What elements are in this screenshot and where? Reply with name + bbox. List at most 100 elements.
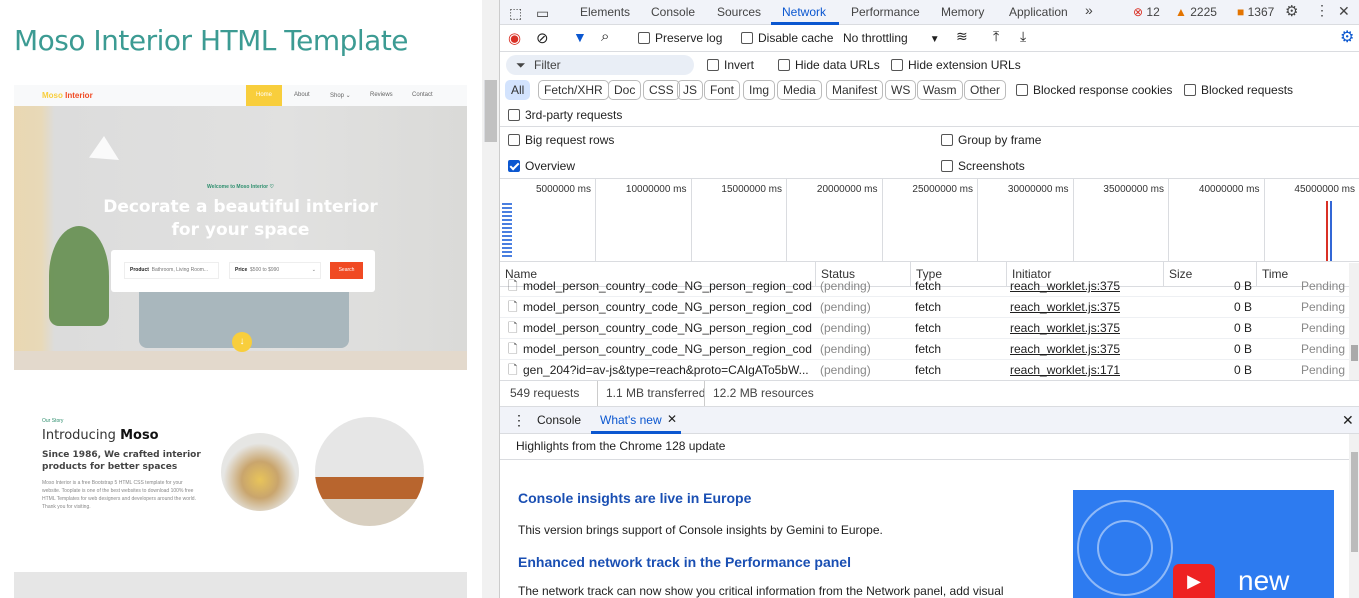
type-media[interactable]: Media xyxy=(777,80,822,100)
tab-sources[interactable]: Sources xyxy=(717,5,761,19)
drawer-scrollbar[interactable] xyxy=(1349,434,1359,598)
preserve-log-checkbox[interactable]: Preserve log xyxy=(638,31,722,45)
price-select[interactable]: Price $500 to $990 ⌄ xyxy=(229,262,321,279)
big-rows-checkbox[interactable]: Big request rows xyxy=(508,133,614,147)
type-css[interactable]: CSS xyxy=(643,80,680,100)
screenshots-checkbox[interactable]: Screenshots xyxy=(941,159,1025,173)
import-har-icon[interactable]: ⤒ xyxy=(993,28,999,45)
table-scrollbar[interactable] xyxy=(1349,263,1359,380)
headline-line-2: for your space xyxy=(171,220,310,240)
tab-elements[interactable]: Elements xyxy=(580,5,630,19)
drawer-menu-icon[interactable]: ⋮ xyxy=(512,412,526,429)
hide-data-urls-checkbox[interactable]: Hide data URLs xyxy=(778,58,880,72)
filter-placeholder: Filter xyxy=(534,58,561,72)
request-initiator[interactable]: reach_worklet.js:171 xyxy=(1010,360,1120,380)
network-overview-timeline[interactable]: 5000000 ms 10000000 ms 15000000 ms 20000000… xyxy=(500,179,1359,262)
issues-badge[interactable]: ■ 1367 xyxy=(1237,5,1274,19)
overview-tick: 15000000 ms xyxy=(692,179,787,262)
page-title: Moso Interior HTML Template xyxy=(14,24,409,57)
type-ws[interactable]: WS xyxy=(885,80,917,100)
tab-application[interactable]: Application xyxy=(1009,5,1068,19)
request-name: model_person_country_code_NG_person_regi… xyxy=(523,321,813,335)
template-logo[interactable]: Moso Interior xyxy=(42,91,93,100)
type-manifest[interactable]: Manifest xyxy=(826,80,884,100)
scrollbar-thumb[interactable] xyxy=(1351,345,1358,361)
tab-performance[interactable]: Performance xyxy=(851,5,920,19)
warnings-badge[interactable]: ▲ 2225 xyxy=(1175,5,1217,19)
tick-label: 45000000 ms xyxy=(1294,184,1355,195)
export-har-icon[interactable]: ⤓ xyxy=(1020,28,1026,45)
filter-input[interactable]: ⏷ Filter xyxy=(506,55,694,75)
search-icon[interactable]: ⌕ xyxy=(601,28,609,45)
product-placeholder: Bathroom, Living Room... xyxy=(151,267,209,273)
type-font[interactable]: Font xyxy=(704,80,741,100)
request-row[interactable]: 🗋 model_person_country_code_NG_person_reg… xyxy=(500,276,1349,297)
close-tab-icon[interactable]: ✕ xyxy=(667,412,677,426)
request-initiator[interactable]: reach_worklet.js:375 xyxy=(1010,297,1120,318)
scrollbar-thumb[interactable] xyxy=(1351,452,1358,552)
tick-label: 5000000 ms xyxy=(535,184,591,195)
type-other[interactable]: Other xyxy=(964,80,1007,100)
play-icon[interactable]: ▶ xyxy=(1173,564,1215,598)
request-row[interactable]: 🗋 model_person_country_code_NG_person_reg… xyxy=(500,297,1349,318)
drawer-tab-console[interactable]: Console xyxy=(537,413,581,427)
type-all[interactable]: All xyxy=(505,80,531,100)
network-settings-icon[interactable]: ⚙ xyxy=(1340,27,1354,47)
network-conditions-icon[interactable]: ≋ xyxy=(956,28,968,45)
blocked-requests-checkbox[interactable]: Blocked requests xyxy=(1184,83,1293,97)
group-by-frame-checkbox[interactable]: Group by frame xyxy=(941,133,1041,147)
inspect-element-icon[interactable]: ⬚ xyxy=(509,5,522,22)
feature-heading-2[interactable]: Enhanced network track in the Performanc… xyxy=(518,554,851,570)
clear-icon[interactable]: ⊘ xyxy=(536,29,549,47)
throttling-select[interactable]: No throttling ▼ xyxy=(843,31,940,45)
nav-shop[interactable]: Shop ⌄ xyxy=(330,92,351,99)
gear-icon[interactable]: ⚙ xyxy=(1285,2,1298,20)
nav-contact[interactable]: Contact xyxy=(412,92,433,98)
filter-icon[interactable]: ▼ xyxy=(573,29,587,45)
request-status: (pending) xyxy=(820,342,871,356)
tab-network[interactable]: Network xyxy=(782,5,826,19)
search-button[interactable]: Search xyxy=(330,262,363,279)
request-row[interactable]: 🗋 gen_204?id=av-js&type=reach&proto=CAIgA… xyxy=(500,360,1349,380)
video-label: new xyxy=(1238,565,1290,596)
whats-new-video-thumbnail[interactable]: ▶ new xyxy=(1073,490,1334,598)
hide-extension-urls-checkbox[interactable]: Hide extension URLs xyxy=(891,58,1021,72)
type-img[interactable]: Img xyxy=(743,80,776,100)
invert-checkbox[interactable]: Invert xyxy=(707,58,754,72)
third-party-checkbox[interactable]: 3rd-party requests xyxy=(508,108,622,122)
device-toolbar-icon[interactable]: ▭ xyxy=(536,5,549,22)
request-row[interactable]: 🗋 model_person_country_code_NG_person_reg… xyxy=(500,318,1349,339)
scroll-down-arrow-icon[interactable]: ↓ xyxy=(232,332,252,352)
type-fetch-xhr[interactable]: Fetch/XHR xyxy=(538,80,609,100)
request-row[interactable]: 🗋 model_person_country_code_NG_person_reg… xyxy=(500,339,1349,360)
blocked-cookies-checkbox[interactable]: Blocked response cookies xyxy=(1016,83,1172,97)
request-initiator[interactable]: reach_worklet.js:375 xyxy=(1010,276,1120,297)
product-field[interactable]: Product Bathroom, Living Room... xyxy=(124,262,219,279)
more-tabs-icon[interactable]: » xyxy=(1085,2,1093,18)
drawer-tab-whats-new[interactable]: What's new xyxy=(600,413,662,427)
request-time: Pending xyxy=(1300,300,1345,314)
close-drawer-icon[interactable]: ✕ xyxy=(1342,412,1354,429)
feature-heading-1[interactable]: Console insights are live in Europe xyxy=(518,490,751,506)
scrollbar-thumb[interactable] xyxy=(484,80,497,142)
close-devtools-icon[interactable]: ✕ xyxy=(1338,3,1350,20)
tab-console[interactable]: Console xyxy=(651,5,695,19)
type-doc[interactable]: Doc xyxy=(608,80,642,100)
price-value: $500 to $990 xyxy=(250,267,280,273)
nav-about[interactable]: About xyxy=(294,92,310,98)
screenshots-label: Screenshots xyxy=(958,159,1025,173)
record-stop-icon[interactable]: ◉ xyxy=(508,29,521,47)
request-type: fetch xyxy=(915,342,942,356)
overview-checkbox[interactable]: Overview xyxy=(508,159,575,173)
type-wasm[interactable]: Wasm xyxy=(917,80,963,100)
request-initiator[interactable]: reach_worklet.js:375 xyxy=(1010,339,1120,360)
nav-home[interactable]: Home xyxy=(246,85,282,106)
page-scrollbar[interactable] xyxy=(482,0,499,598)
errors-badge[interactable]: ⊗ 12 xyxy=(1133,5,1160,19)
type-js[interactable]: JS xyxy=(677,80,704,100)
disable-cache-checkbox[interactable]: Disable cache xyxy=(741,31,833,45)
tab-memory[interactable]: Memory xyxy=(941,5,984,19)
nav-reviews[interactable]: Reviews xyxy=(370,92,393,98)
request-initiator[interactable]: reach_worklet.js:375 xyxy=(1010,318,1120,339)
kebab-menu-icon[interactable]: ⋮ xyxy=(1315,2,1329,19)
